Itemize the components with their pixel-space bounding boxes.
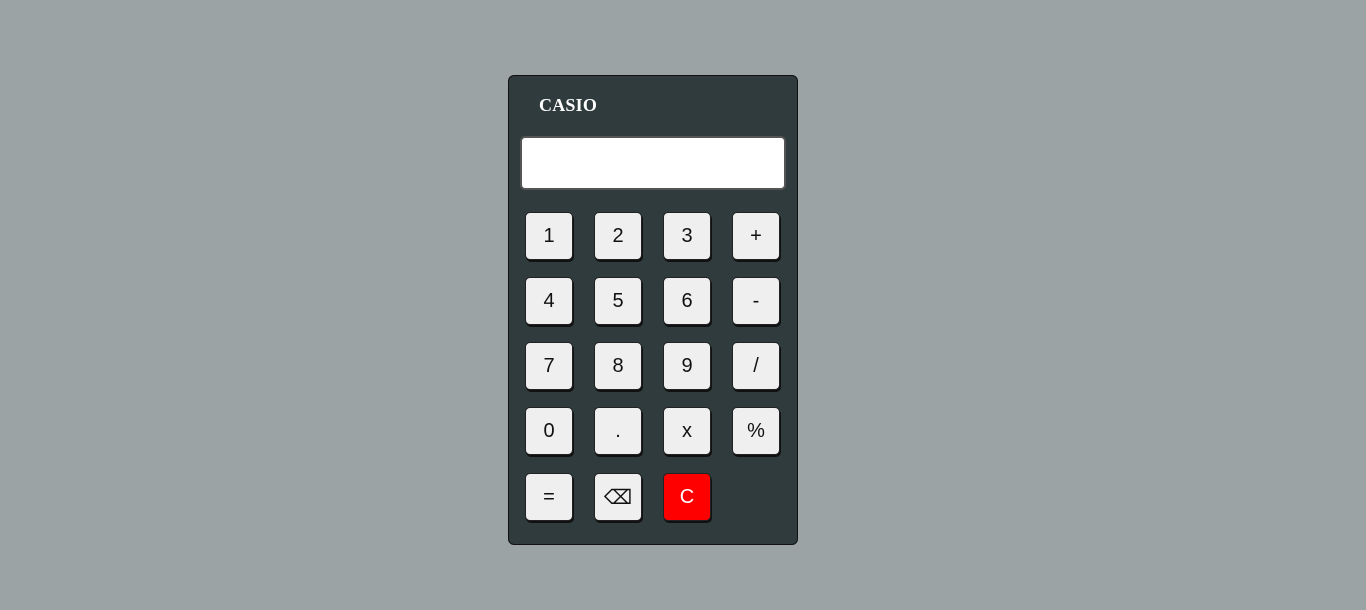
clear-key[interactable]: C (663, 473, 711, 521)
key-plus[interactable]: + (732, 212, 780, 260)
backspace-key[interactable]: ⌫ (594, 473, 642, 521)
brand-logo: CASIO (539, 95, 598, 115)
key-0[interactable]: 0 (525, 407, 573, 455)
key-3[interactable]: 3 (663, 212, 711, 260)
key-multiply[interactable]: x (663, 407, 711, 455)
key-4[interactable]: 4 (525, 277, 573, 325)
key-minus[interactable]: - (732, 277, 780, 325)
calculator-display[interactable] (520, 136, 786, 190)
key-9[interactable]: 9 (663, 342, 711, 390)
key-1[interactable]: 1 (525, 212, 573, 260)
key-6[interactable]: 6 (663, 277, 711, 325)
calculator-body: CASIO 1 2 3 + 4 5 6 - 7 8 9 / 0 . x % = … (508, 75, 798, 545)
key-decimal[interactable]: . (594, 407, 642, 455)
key-7[interactable]: 7 (525, 342, 573, 390)
key-2[interactable]: 2 (594, 212, 642, 260)
key-5[interactable]: 5 (594, 277, 642, 325)
key-8[interactable]: 8 (594, 342, 642, 390)
key-percent[interactable]: % (732, 407, 780, 455)
key-equals[interactable]: = (525, 473, 573, 521)
key-divide[interactable]: / (732, 342, 780, 390)
